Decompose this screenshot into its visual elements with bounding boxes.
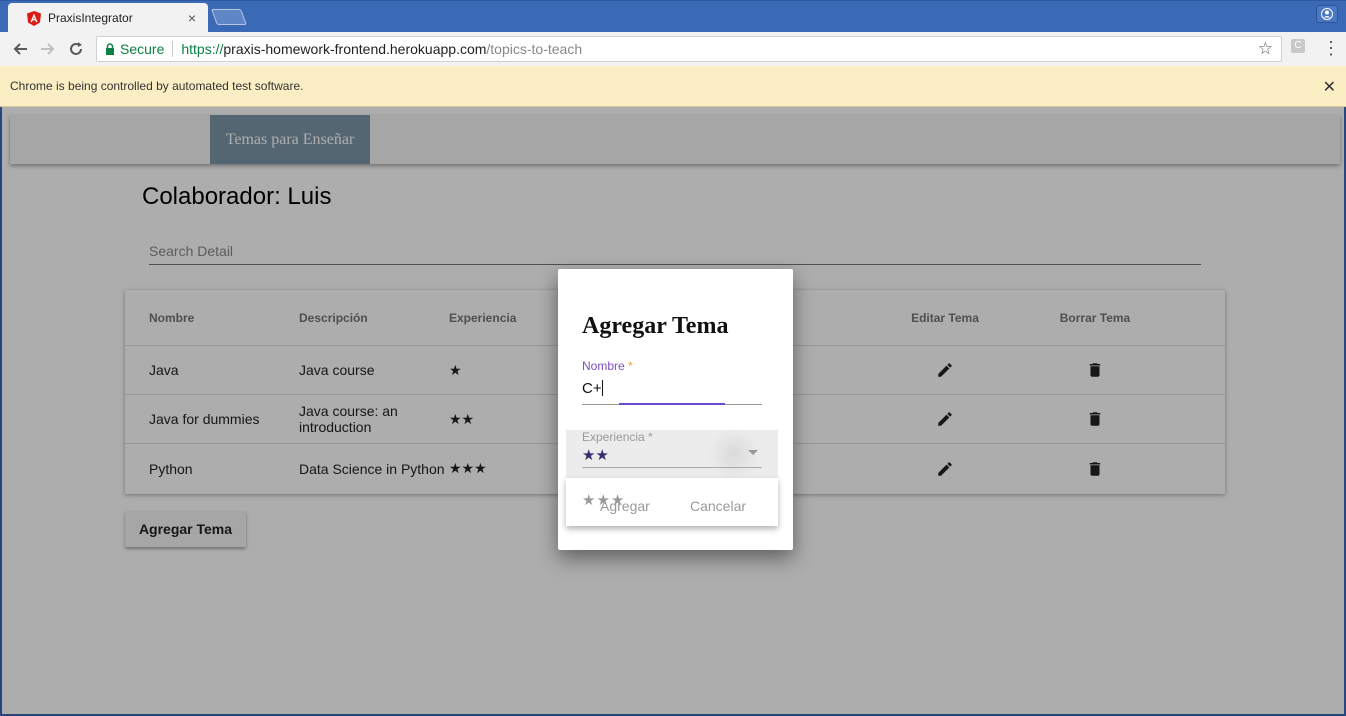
- nombre-value: C+: [582, 380, 602, 397]
- tab-title: PraxisIntegrator: [48, 11, 133, 25]
- angular-icon: [26, 10, 42, 26]
- browser-tab[interactable]: PraxisIntegrator ×: [8, 3, 208, 33]
- dropdown-arrow-icon[interactable]: [748, 450, 758, 455]
- kebab-menu-icon[interactable]: ⋮: [1322, 38, 1340, 59]
- agregar-button[interactable]: Agregar: [600, 498, 650, 514]
- address-bar[interactable]: Secure https:// praxis-homework-frontend…: [96, 36, 1282, 62]
- extension-icon[interactable]: C: [1291, 39, 1305, 53]
- dialog-actions: Agregar Cancelar: [558, 494, 793, 524]
- add-topic-dialog: Agregar Tema Nombre * C+ Experiencia * ★…: [558, 269, 793, 550]
- lock-icon: [106, 43, 114, 55]
- experiencia-label: Experiencia *: [582, 430, 653, 444]
- experiencia-value: ★★: [582, 446, 762, 468]
- nombre-input[interactable]: C+: [582, 377, 762, 405]
- nombre-label-text: Nombre: [582, 359, 625, 373]
- url-path: /topics-to-teach: [486, 41, 583, 57]
- tab-close-icon[interactable]: ×: [184, 10, 200, 26]
- reload-icon[interactable]: [62, 35, 90, 63]
- new-tab-button[interactable]: [211, 9, 247, 25]
- omnibox-separator: [172, 41, 174, 57]
- text-caret: [601, 380, 603, 396]
- bookmark-star-icon[interactable]: ☆: [1258, 39, 1273, 59]
- browser-tabstrip: PraxisIntegrator ×: [0, 0, 1346, 33]
- url-host: praxis-homework-frontend.herokuapp.com: [223, 41, 487, 57]
- browser-toolbar: Secure https:// praxis-homework-frontend…: [0, 32, 1346, 66]
- infobar-text: Chrome is being controlled by automated …: [10, 79, 304, 93]
- required-mark: *: [628, 359, 633, 373]
- url-scheme: https://: [181, 41, 224, 57]
- secure-label: Secure: [120, 41, 165, 57]
- back-arrow-icon[interactable]: [6, 35, 34, 63]
- nombre-label: Nombre *: [582, 359, 633, 373]
- experiencia-select[interactable]: Experiencia * ★★: [566, 430, 778, 478]
- forward-arrow-icon[interactable]: [34, 35, 62, 63]
- nombre-focus-underline: [619, 403, 725, 405]
- secure-indicator[interactable]: Secure: [105, 41, 164, 57]
- profile-icon[interactable]: [1316, 5, 1338, 23]
- automation-infobar: Chrome is being controlled by automated …: [0, 66, 1346, 107]
- dialog-title: Agregar Tema: [582, 313, 729, 339]
- cancelar-button[interactable]: Cancelar: [690, 498, 746, 514]
- infobar-close-icon[interactable]: ✕: [1323, 77, 1336, 97]
